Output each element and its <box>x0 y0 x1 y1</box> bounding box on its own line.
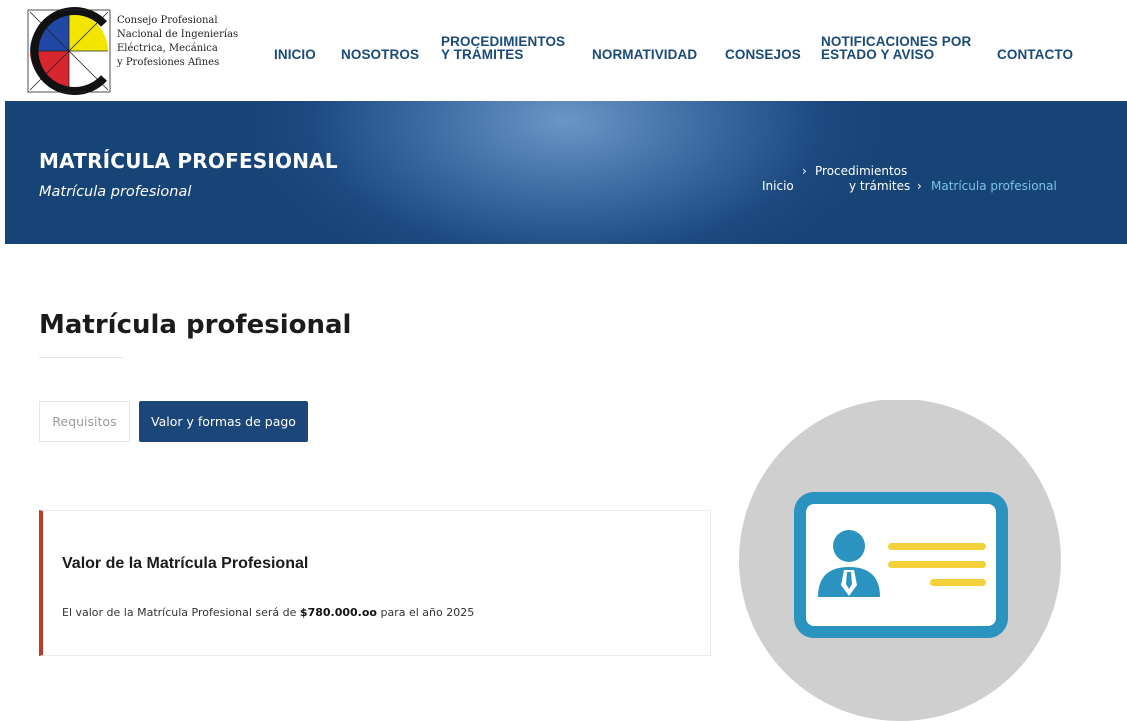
nav-procedimientos-line2: Y TRÁMITES <box>441 47 524 62</box>
nav-normatividad[interactable]: NORMATIVIDAD <box>592 48 697 62</box>
breadcrumb-current: Matrícula profesional <box>931 179 1057 193</box>
nav-nosotros[interactable]: NOSOTROS <box>341 48 419 62</box>
nav-consejos[interactable]: CONSEJOS <box>725 48 801 62</box>
nav-notificaciones-line2: ESTADO Y AVISO <box>821 47 935 62</box>
page-banner: MATRÍCULA PROFESIONAL Matrícula profesio… <box>5 101 1127 244</box>
card-title: Valor de la Matrícula Profesional <box>62 555 309 572</box>
page-title: Matrícula profesional <box>39 310 352 340</box>
illustration <box>738 400 1063 721</box>
banner-title: MATRÍCULA PROFESIONAL <box>39 149 338 173</box>
nav-notificaciones[interactable]: NOTIFICACIONES POR ESTADO Y AVISO <box>821 35 971 62</box>
main-nav: INICIO NOSOTROS PROCEDIMIENTOS Y TRÁMITE… <box>0 0 1127 101</box>
breadcrumb-separator: › <box>802 164 807 178</box>
card-text: El valor de la Matrícula Profesional ser… <box>62 606 474 619</box>
id-card-icon <box>739 400 1061 721</box>
tab-requisitos[interactable]: Requisitos <box>39 401 130 442</box>
breadcrumb-procedimientos-line2[interactable]: y trámites <box>849 179 910 193</box>
nav-contacto[interactable]: CONTACTO <box>997 48 1073 62</box>
title-divider <box>39 357 123 358</box>
price-card: Valor de la Matrícula Profesional El val… <box>39 510 711 656</box>
site-header: Consejo Profesional Nacional de Ingenier… <box>0 0 1127 101</box>
nav-procedimientos[interactable]: PROCEDIMIENTOS Y TRÁMITES <box>441 35 565 62</box>
breadcrumb-procedimientos-line1[interactable]: Procedimientos <box>815 164 907 178</box>
banner-subtitle: Matrícula profesional <box>39 184 192 200</box>
card-amount: $780.000.oo <box>299 606 377 619</box>
tab-valor-formas-pago[interactable]: Valor y formas de pago <box>139 401 308 442</box>
card-text-before: El valor de la Matrícula Profesional ser… <box>62 606 300 619</box>
nav-inicio[interactable]: INICIO <box>274 48 316 62</box>
breadcrumb-separator: › <box>917 179 922 193</box>
card-text-after: para el año 2025 <box>376 606 475 619</box>
breadcrumb-home[interactable]: Inicio <box>762 179 794 193</box>
